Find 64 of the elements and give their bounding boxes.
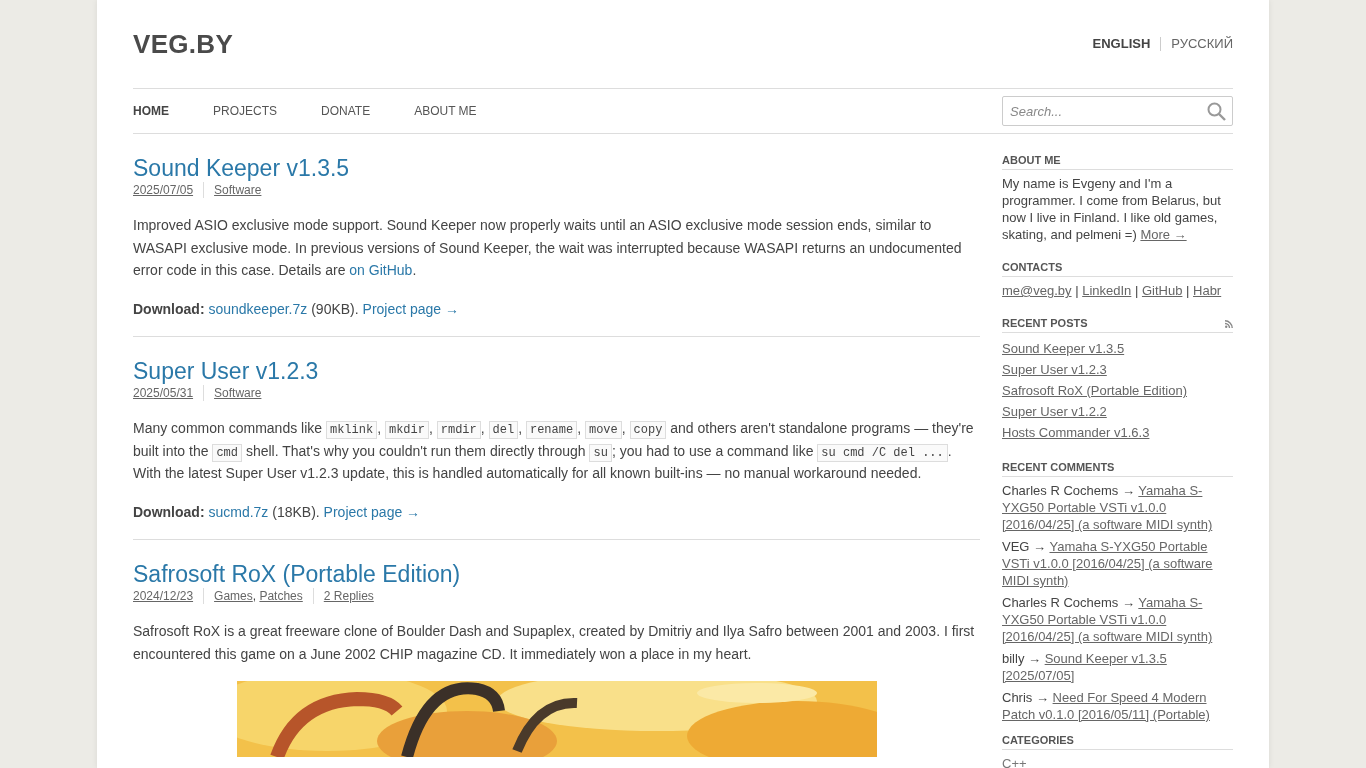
widget-text: My name is Evgeny and I'm a programmer. I come from Belarus, but now I live in Finland. I like old games, skating, and pelmeni =) More → (1002, 175, 1222, 243)
widget-heading: RECENT POSTS (1002, 316, 1088, 331)
category-link[interactable]: Software (214, 386, 262, 400)
separator-text: , (252, 589, 258, 603)
widget-text: me@veg.by | LinkedIn | GitHub | Habr (1002, 282, 1223, 299)
search-field[interactable]: Search... (1002, 96, 1233, 126)
sidebar-link[interactable]: Habr (1193, 283, 1222, 298)
category-link[interactable]: Games (214, 589, 253, 603)
nav-link[interactable]: HOME (133, 104, 169, 118)
text-link[interactable]: sucmd.7z (208, 503, 269, 520)
widget-heading: CATEGORIES (1002, 733, 1074, 748)
post-link[interactable]: Safrosoft RoX (Portable Edition) (1002, 383, 1187, 398)
inline-code: su cmd /C del ... (817, 443, 948, 462)
post-text: Safrosoft RoX is a great freeware clone of Boulder Dash and Supaplex, created by Dmitriy and Ilya Safro between 2001 and 2003. I first encountered this game on a June 2002 CHIP magazine CD. It immediately won a place in my heart. (133, 622, 976, 664)
post-title[interactable]: Safrosoft RoX (Portable Edition) (133, 560, 980, 588)
post-link[interactable]: Super User v1.2.2 (1002, 404, 1107, 419)
replies-link[interactable]: 2 Replies (323, 589, 374, 603)
search-icon[interactable] (1207, 102, 1226, 121)
sidebar-link[interactable]: GitHub (1141, 283, 1183, 298)
text-link[interactable]: Project page → (323, 503, 421, 520)
post-text: Many common commands like mklink , mkdir , rmdir , del , rename , move , copy and others aren't standalone programs — they're built into the cmd shell. That's why you couldn't run them directly through su ; you had to use a command like su cmd /C del ... . With the latest Super User v1.2.3 update, this is handled automatically for all known built-ins — no manual workaround needed. (133, 419, 975, 483)
language-link[interactable]: РУССКИЙ (1160, 37, 1233, 51)
inline-code: mkdir (384, 421, 429, 439)
comment-entry: Chris → Need For Speed 4 Modern Patch v0.1.0 [2016/05/11] (Portable) (1002, 689, 1211, 723)
inline-code: su (589, 443, 612, 462)
category-link[interactable]: Software (214, 183, 262, 197)
sidebar-link[interactable]: LinkedIn (1082, 283, 1132, 298)
post-link[interactable]: Hosts Commander v1.6.3 (1002, 425, 1150, 440)
inline-code: del (488, 421, 519, 439)
widget-heading: ABOUT ME (1002, 153, 1061, 168)
site-logo[interactable]: VEG.BY (133, 28, 234, 60)
comment-entry: billy → Sound Keeper v1.3.5 [2025/07/05] (1002, 650, 1168, 684)
text-link[interactable]: soundkeeper.7z (208, 300, 308, 317)
text-link[interactable]: Project page → (362, 300, 460, 317)
post-date[interactable]: 2025/07/05 (133, 183, 194, 197)
widget-heading: RECENT COMMENTS (1002, 460, 1115, 475)
category-link[interactable]: Patches (259, 589, 303, 603)
post-link[interactable]: Sound Keeper v1.3.5 (1002, 341, 1125, 356)
post-title[interactable]: Super User v1.2.3 (133, 357, 980, 385)
rss-icon[interactable] (1225, 319, 1233, 328)
post-title[interactable]: Sound Keeper v1.3.5 (133, 154, 980, 182)
inline-code: cmd (212, 443, 242, 462)
sidebar-link[interactable]: me@veg.by (1002, 283, 1072, 298)
category-link[interactable]: C++ (1002, 756, 1027, 768)
post-text: Download: soundkeeper.7z (90KB). Project page → (133, 299, 461, 319)
inline-code: rmdir (436, 421, 481, 439)
language-link[interactable]: ENGLISH (1082, 37, 1161, 51)
comment-entry: VEG → Yamaha S-YXG50 Portable VSTi v1.0.0 [2016/04/25] (a software MIDI synth) (1002, 538, 1214, 589)
post-date[interactable]: 2025/05/31 (133, 386, 194, 400)
nav-link[interactable]: DONATE (321, 104, 371, 118)
nav-link[interactable]: PROJECTS (213, 104, 277, 118)
post-text: Download: sucmd.7z (18KB). Project page → (133, 502, 422, 522)
inline-code: mklink (325, 421, 378, 439)
comment-entry: Charles R Cochems → Yamaha S-YXG50 Portable VSTi v1.0.0 [2016/04/25] (a software MIDI synth) (1002, 594, 1214, 645)
comment-entry: Charles R Cochems → Yamaha S-YXG50 Portable VSTi v1.0.0 [2016/04/25] (a software MIDI synth) (1002, 482, 1214, 533)
inline-code: rename (525, 421, 578, 439)
post-link[interactable]: Super User v1.2.3 (1002, 362, 1107, 377)
sidebar-link[interactable]: More → (1140, 227, 1187, 242)
nav-link[interactable]: ABOUT ME (414, 104, 477, 118)
inline-code: copy (629, 421, 667, 439)
inline-code: move (584, 421, 622, 439)
post-date[interactable]: 2024/12/23 (133, 589, 194, 603)
post-text: Improved ASIO exclusive mode support. Sound Keeper now properly waits until an ASIO exclusive mode session ends, similar to WASAPI exclusive mode. In previous versions of Sound Keeper, the wait was interrupted because WASAPI returns an undocumented error code in this case. Details are on GitHub. (133, 216, 963, 280)
widget-heading: CONTACTS (1002, 260, 1063, 275)
